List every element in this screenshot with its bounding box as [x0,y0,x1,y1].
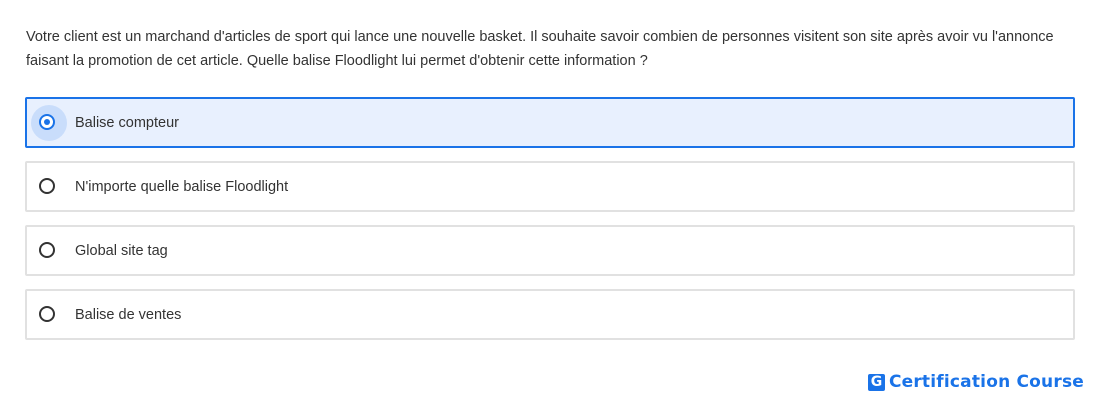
radio-button[interactable] [39,178,55,194]
answer-option-label: Balise compteur [75,115,179,131]
answer-option-label: Global site tag [75,243,168,259]
answer-option-label: N'importe quelle balise Floodlight [75,179,289,195]
brand-watermark: G Certification Course [867,372,1084,392]
question-text: Votre client est un marchand d'articles … [26,29,1054,69]
radio-button[interactable] [39,306,55,322]
quiz-page: Votre client est un marchand d'articles … [0,0,1100,401]
brand-name: Certification Course [888,372,1084,392]
answer-option-3[interactable]: Global site tag [25,225,1075,276]
answer-options: Balise compteur N'importe quelle balise … [25,97,1075,353]
answer-option-2[interactable]: N'importe quelle balise Floodlight [25,161,1075,212]
radio-button[interactable] [39,114,55,130]
brand-logo-icon: G [867,373,885,391]
answer-option-label: Balise de ventes [75,307,182,323]
answer-option-1[interactable]: Balise compteur [25,97,1075,148]
answer-option-4[interactable]: Balise de ventes [25,289,1075,340]
radio-button[interactable] [39,242,55,258]
radio-dot-icon [44,119,50,125]
